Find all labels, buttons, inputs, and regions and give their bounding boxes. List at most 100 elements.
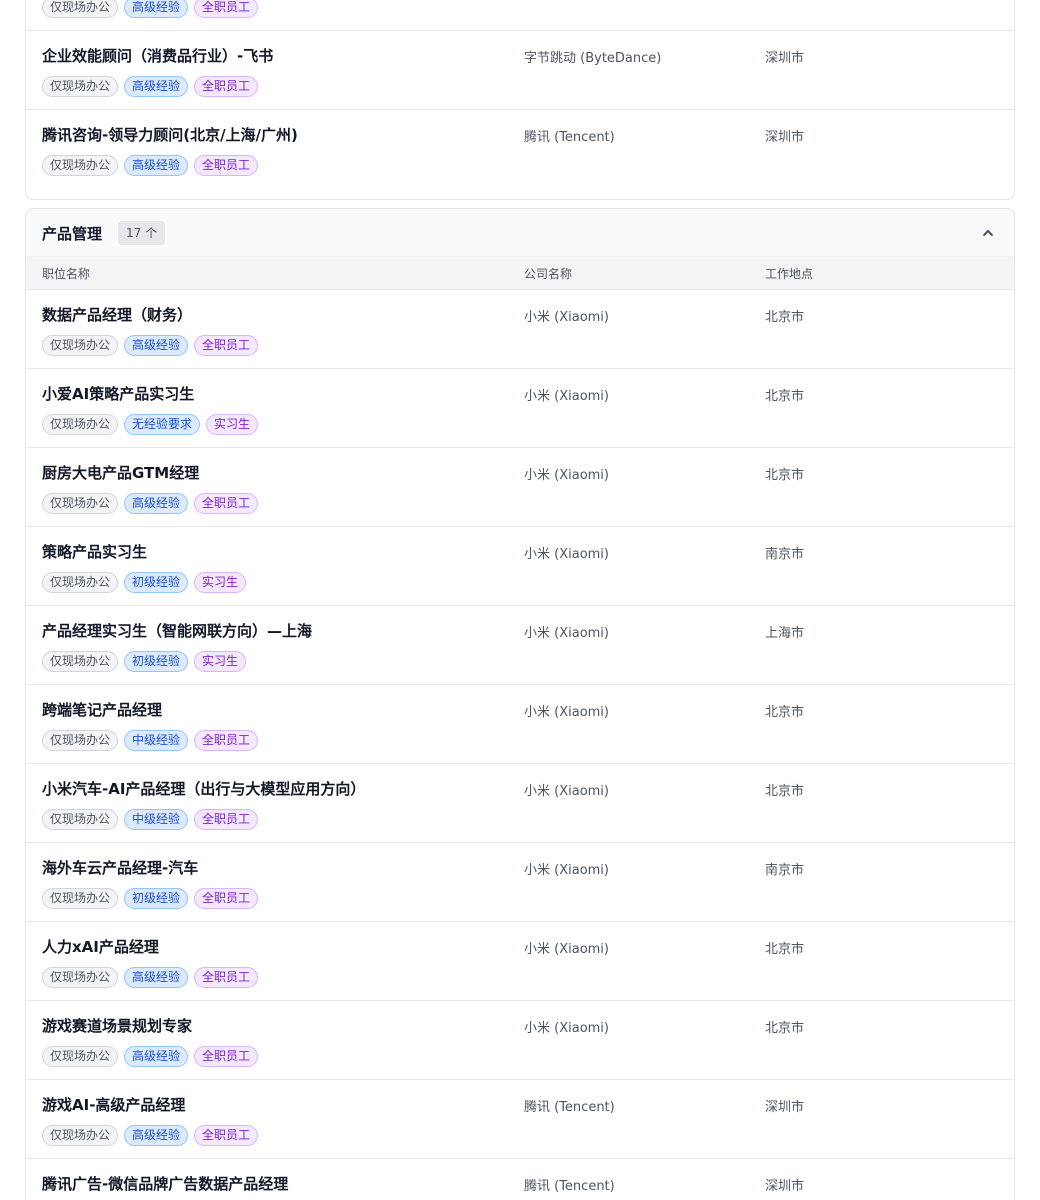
- experience-tag: 高级经验: [124, 1125, 189, 1146]
- job-location: 北京市: [765, 1021, 805, 1036]
- experience-tag: 高级经验: [124, 967, 189, 988]
- job-location: 北京市: [765, 942, 805, 957]
- job-tags: 仅现场办公 高级经验 全职员工: [42, 1125, 259, 1146]
- job-title[interactable]: 海外车云产品经理-汽车: [42, 857, 198, 878]
- job-title[interactable]: 游戏赛道场景规划专家: [42, 1015, 192, 1036]
- job-location: 北京市: [765, 389, 805, 404]
- company-name: 小米 (Xiaomi): [524, 626, 609, 641]
- job-title[interactable]: 企业效能顾问（消费品行业）-飞书: [42, 45, 273, 66]
- employment-type-tag: 全职员工: [194, 335, 259, 356]
- employment-type-tag: 全职员工: [194, 1125, 259, 1146]
- job-tags: 仅现场办公 高级经验 全职员工: [42, 0, 259, 18]
- employment-type-tag: 全职员工: [194, 0, 259, 18]
- employment-type-tag: 全职员工: [194, 76, 259, 97]
- work-mode-tag: 仅现场办公: [42, 155, 119, 176]
- employment-type-tag: 全职员工: [194, 1046, 259, 1067]
- table-row[interactable]: 腾讯咨询-领导力顾问(北京/上海/广州) 腾讯 (Tencent) 深圳市 仅现…: [26, 110, 1014, 189]
- table-header: 职位名称 公司名称 工作地点: [26, 257, 1014, 290]
- work-mode-tag: 仅现场办公: [42, 493, 119, 514]
- job-location: 北京市: [765, 784, 805, 799]
- job-title[interactable]: 策略产品实习生: [42, 541, 147, 562]
- job-location: 北京市: [765, 705, 805, 720]
- experience-tag: 中级经验: [124, 730, 189, 751]
- table-row[interactable]: 游戏赛道场景规划专家 小米 (Xiaomi) 北京市 仅现场办公 高级经验 全职员工: [26, 1001, 1014, 1080]
- work-mode-tag: 仅现场办公: [42, 1046, 119, 1067]
- job-title[interactable]: 跨端笔记产品经理: [42, 699, 162, 720]
- experience-tag: 高级经验: [124, 76, 189, 97]
- table-row[interactable]: 小米汽车-AI产品经理（出行与大模型应用方向） 小米 (Xiaomi) 北京市仅现场…: [26, 764, 1014, 843]
- company-name: 腾讯 (Tencent): [524, 1100, 615, 1115]
- job-title[interactable]: 腾讯咨询-领导力顾问(北京/上海/广州): [42, 124, 298, 145]
- work-mode-tag: 仅现场办公: [42, 76, 119, 97]
- job-tags: 仅现场办公 高级经验 全职员工: [42, 967, 259, 988]
- section-title: 产品管理: [42, 225, 103, 243]
- collapse-button[interactable]: [976, 221, 1000, 245]
- company-name: 字节跳动 (ByteDance): [524, 51, 662, 66]
- table-row[interactable]: 小爱AI策略产品实习生 小米 (Xiaomi) 北京市仅现场办公 无经验要求 实习生: [26, 369, 1014, 448]
- table-row[interactable]: 企业效能顾问（消费品行业）-飞书 字节跳动 (ByteDance) 深圳市 仅现…: [26, 31, 1014, 110]
- experience-tag: 高级经验: [124, 493, 189, 514]
- company-name: 小米 (Xiaomi): [524, 942, 609, 957]
- job-location: 南京市: [765, 547, 805, 562]
- job-tags: 仅现场办公 高级经验 全职员工: [42, 335, 259, 356]
- work-mode-tag: 仅现场办公: [42, 888, 119, 909]
- employment-type-tag: 全职员工: [194, 493, 259, 514]
- job-title[interactable]: 游戏AI-高级产品经理: [42, 1094, 185, 1115]
- employment-type-tag: 实习生: [206, 414, 259, 435]
- previous-section-card: 仅现场办公 高级经验 全职员工 企业效能顾问（消费品行业）-飞书 字节跳动 (B…: [25, 0, 1015, 200]
- company-name: 腾讯 (Tencent): [524, 130, 615, 145]
- job-title[interactable]: 腾讯广告-微信品牌广告数据产品经理: [42, 1173, 288, 1194]
- employment-type-tag: 全职员工: [194, 730, 259, 751]
- table-row[interactable]: 腾讯广告-微信品牌广告数据产品经理 腾讯 (Tencent) 深圳市: [26, 1159, 1014, 1200]
- table-row[interactable]: 跨端笔记产品经理 小米 (Xiaomi) 北京市 仅现场办公 中级经验 全职员工: [26, 685, 1014, 764]
- job-list: 数据产品经理（财务） 小米 (Xiaomi) 北京市 仅现场办公 高级经验 全职员工 小爱A…: [26, 290, 1014, 1200]
- job-title[interactable]: 厨房大电产品GTM经理: [42, 462, 199, 483]
- employment-type-tag: 全职员工: [194, 155, 259, 176]
- work-mode-tag: 仅现场办公: [42, 809, 119, 830]
- company-name: 小米 (Xiaomi): [524, 389, 609, 404]
- job-title[interactable]: 人力xAI产品经理: [42, 936, 159, 957]
- job-location: 深圳市: [765, 51, 805, 66]
- company-name: 小米 (Xiaomi): [524, 784, 609, 799]
- section-header[interactable]: 产品管理 17 个: [26, 209, 1014, 257]
- table-row[interactable]: 策略产品实习生 小米 (Xiaomi) 南京市仅现场办公 初级经验 实习生: [26, 527, 1014, 606]
- job-title[interactable]: 数据产品经理（财务）: [42, 304, 192, 325]
- column-header-title: 职位名称: [42, 267, 91, 281]
- table-row[interactable]: 厨房大电产品GTM经理 小米 (Xiaomi) 北京市仅现场办公 高级经验 全职员工: [26, 448, 1014, 527]
- job-tags: 仅现场办公 初级经验 全职员工: [42, 888, 259, 909]
- job-title[interactable]: 小米汽车-AI产品经理（出行与大模型应用方向）: [42, 778, 365, 799]
- experience-tag: 中级经验: [124, 809, 189, 830]
- job-count-badge: 17 个: [118, 221, 166, 245]
- experience-tag: 初级经验: [124, 572, 189, 593]
- column-header-location: 工作地点: [765, 267, 814, 281]
- table-row[interactable]: 人力xAI产品经理 小米 (Xiaomi) 北京市仅现场办公 高级经验 全职员工: [26, 922, 1014, 1001]
- job-location: 南京市: [765, 863, 805, 878]
- company-name: 小米 (Xiaomi): [524, 547, 609, 562]
- job-location: 上海市: [765, 626, 805, 641]
- table-row[interactable]: 游戏AI-高级产品经理 腾讯 (Tencent) 深圳市仅现场办公 高级经验 全职员工: [26, 1080, 1014, 1159]
- experience-tag: 高级经验: [124, 335, 189, 356]
- job-tags: 仅现场办公 初级经验 实习生: [42, 572, 247, 593]
- job-location: 深圳市: [765, 1100, 805, 1115]
- company-name: 小米 (Xiaomi): [524, 468, 609, 483]
- experience-tag: 初级经验: [124, 888, 189, 909]
- work-mode-tag: 仅现场办公: [42, 967, 119, 988]
- work-mode-tag: 仅现场办公: [42, 1125, 119, 1146]
- work-mode-tag: 仅现场办公: [42, 572, 119, 593]
- job-title[interactable]: 产品经理实习生（智能网联方向）—上海: [42, 620, 312, 641]
- table-row[interactable]: 海外车云产品经理-汽车 小米 (Xiaomi) 南京市 仅现场办公 初级经验 全职员工: [26, 843, 1014, 922]
- table-row[interactable]: 数据产品经理（财务） 小米 (Xiaomi) 北京市 仅现场办公 高级经验 全职员工: [26, 290, 1014, 369]
- job-tags: 仅现场办公 无经验要求 实习生: [42, 414, 259, 435]
- experience-tag: 高级经验: [124, 0, 189, 18]
- product-management-section: 产品管理 17 个 职位名称 公司名称 工作地点 数据产品经理（财务） 小米 (X…: [25, 208, 1015, 1200]
- job-tags: 仅现场办公 高级经验 全职员工: [42, 493, 259, 514]
- job-location: 深圳市: [765, 130, 805, 145]
- table-row[interactable]: 仅现场办公 高级经验 全职员工: [26, 0, 1014, 31]
- job-title[interactable]: 小爱AI策略产品实习生: [42, 383, 194, 404]
- table-row[interactable]: 产品经理实习生（智能网联方向）—上海 小米 (Xiaomi) 上海市仅现场办公 初级经…: [26, 606, 1014, 685]
- job-location: 北京市: [765, 468, 805, 483]
- experience-tag: 高级经验: [124, 1046, 189, 1067]
- job-tags: 仅现场办公 初级经验 实习生: [42, 651, 247, 672]
- job-tags: 仅现场办公 中级经验 全职员工: [42, 730, 259, 751]
- company-name: 腾讯 (Tencent): [524, 1179, 615, 1194]
